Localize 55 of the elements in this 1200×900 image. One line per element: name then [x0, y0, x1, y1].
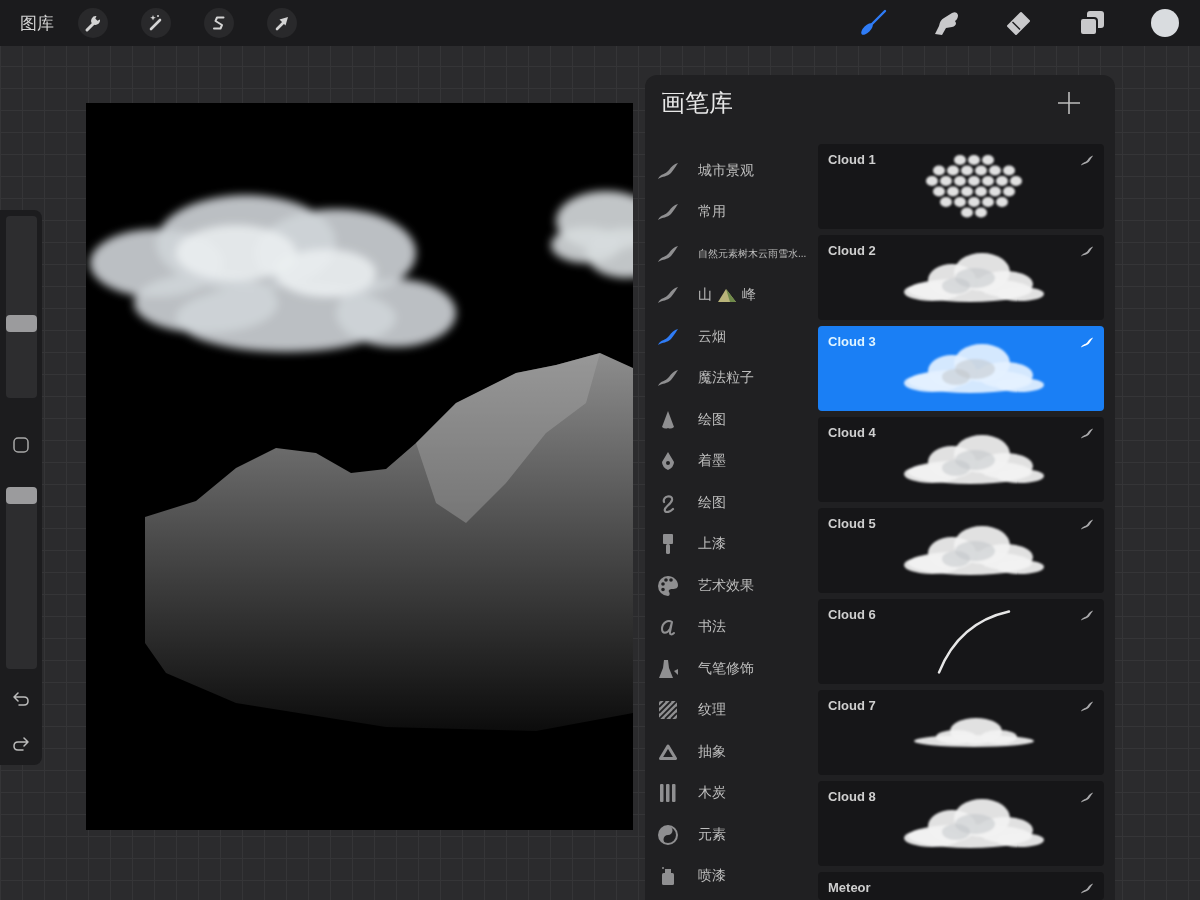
brush-set-item[interactable]: 气笔修饰	[645, 648, 818, 690]
brush-set-item[interactable]: 云烟	[645, 316, 818, 358]
brush-set-item[interactable]: 元素	[645, 814, 818, 856]
brush-icon[interactable]	[859, 9, 887, 37]
color-swatch-icon[interactable]	[1151, 9, 1179, 37]
brush-size-slider[interactable]	[5, 216, 37, 398]
brush-list-item[interactable]: Cloud 6	[818, 599, 1104, 684]
wrench-icon[interactable]	[78, 8, 108, 38]
library-title: 画笔库	[661, 87, 733, 118]
brush-stroke-icon	[1080, 701, 1094, 712]
brush-set-item[interactable]: 城市景观	[645, 150, 818, 192]
brush-set-item[interactable]: 上漆	[645, 523, 818, 565]
brush-set-item[interactable]: 常用	[645, 191, 818, 233]
brush-set-item[interactable]: 山 峰	[645, 274, 818, 316]
gallery-button[interactable]: 图库	[20, 12, 54, 34]
brush-stroke-icon	[1080, 883, 1094, 894]
brush-set-item[interactable]: 木炭	[645, 772, 818, 814]
opacity-slider[interactable]	[5, 487, 37, 669]
brush-list-item[interactable]: Cloud 3	[818, 326, 1104, 411]
brush-list-item[interactable]: Cloud 8	[818, 781, 1104, 866]
brush-set-item[interactable]: 自然元素树木云雨雪水...	[645, 233, 818, 275]
layers-icon[interactable]	[1078, 9, 1106, 37]
undo-icon[interactable]	[13, 692, 29, 706]
brush-set-item[interactable]: 绘图	[645, 482, 818, 524]
add-icon[interactable]	[1058, 91, 1080, 114]
brush-stroke-icon	[1080, 610, 1094, 621]
brush-set-item[interactable]: 抽象	[645, 731, 818, 773]
brush-set-item[interactable]: 纹理	[645, 689, 818, 731]
brush-list-item[interactable]: Meteor	[818, 872, 1104, 900]
brush-stroke-icon	[1080, 428, 1094, 439]
brush-set-item[interactable]: 艺术效果	[645, 565, 818, 607]
brush-stroke-icon	[1080, 337, 1094, 348]
brush-stroke-icon	[1080, 792, 1094, 803]
redo-icon[interactable]	[13, 737, 29, 751]
selection-icon[interactable]	[204, 8, 234, 38]
square-icon[interactable]	[13, 437, 29, 453]
magic-wand-icon[interactable]	[141, 8, 171, 38]
brush-stroke-icon	[1080, 155, 1094, 166]
smudge-finger-icon[interactable]	[932, 9, 960, 37]
brush-list-item[interactable]: Cloud 7	[818, 690, 1104, 775]
brush-list-item[interactable]: Cloud 5	[818, 508, 1104, 593]
brush-set-item[interactable]: 魔法粒子	[645, 357, 818, 399]
mountain-icon	[718, 288, 736, 303]
brush-list-item[interactable]: Cloud 2	[818, 235, 1104, 320]
slider-thumb[interactable]	[5, 487, 37, 504]
slider-thumb[interactable]	[5, 315, 37, 332]
brush-set-item[interactable]: 绘图	[645, 399, 818, 441]
brush-set-item[interactable]: 喷漆	[645, 855, 818, 897]
brush-set-item[interactable]: 书法	[645, 606, 818, 648]
brush-list-item[interactable]: Cloud 4	[818, 417, 1104, 502]
brush-stroke-icon	[1080, 246, 1094, 257]
eraser-icon[interactable]	[1005, 9, 1033, 37]
brush-stroke-icon	[1080, 519, 1094, 530]
brush-set-item[interactable]: 着墨	[645, 440, 818, 482]
brush-list-item[interactable]: Cloud 1	[818, 144, 1104, 229]
